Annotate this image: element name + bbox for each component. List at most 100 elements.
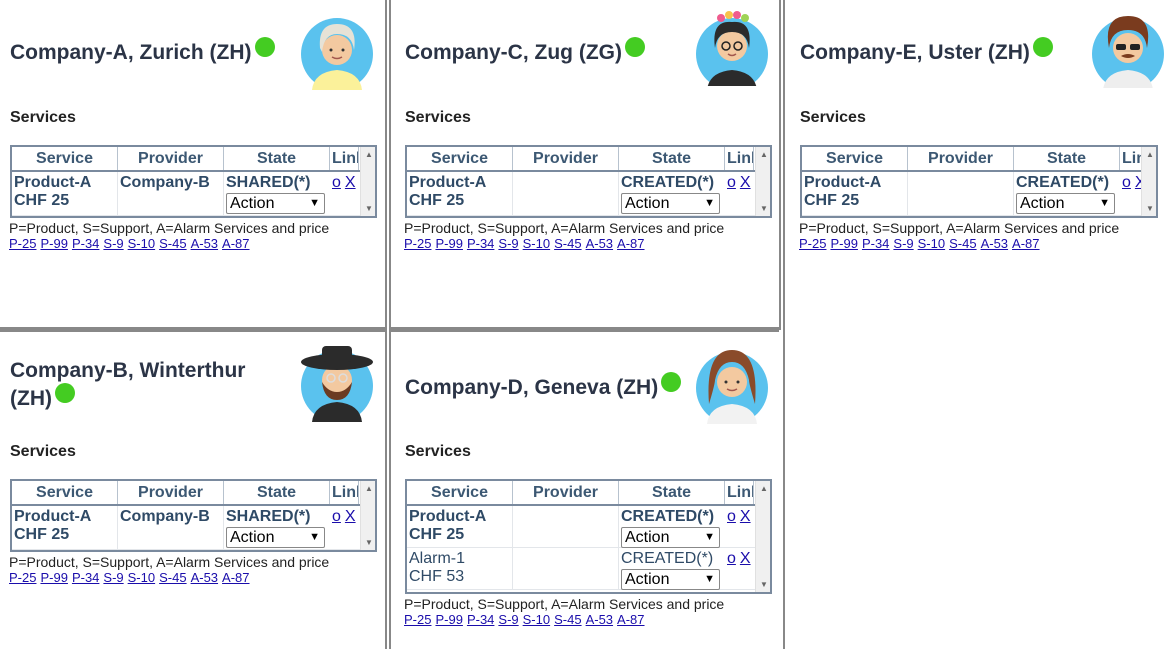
- delete-link[interactable]: X: [345, 508, 356, 525]
- company-card-d: Company-D, Geneva (ZH) Services Service …: [395, 332, 779, 649]
- code-link[interactable]: S-45: [949, 236, 976, 251]
- scrollbar[interactable]: ▲ ▼: [360, 481, 375, 550]
- action-select[interactable]: Action ▼: [1016, 193, 1115, 214]
- status-online-dot: [624, 37, 645, 57]
- code-link[interactable]: P-25: [404, 236, 431, 251]
- scrollbar[interactable]: ▲ ▼: [1141, 147, 1156, 216]
- code-links: P-25 P-99 P-34 S-9 S-10 S-45 A-53 A-87: [9, 236, 254, 251]
- header-link[interactable]: Link: [330, 481, 359, 504]
- code-link[interactable]: P-34: [72, 236, 99, 251]
- code-link[interactable]: S-9: [498, 612, 518, 627]
- code-link[interactable]: P-99: [435, 612, 462, 627]
- code-link[interactable]: P-99: [830, 236, 857, 251]
- code-link[interactable]: A-53: [586, 612, 613, 627]
- action-select[interactable]: Action ▼: [226, 193, 325, 214]
- header-link[interactable]: Link: [725, 481, 754, 504]
- code-link[interactable]: P-25: [799, 236, 826, 251]
- code-link[interactable]: S-10: [918, 236, 945, 251]
- delete-link[interactable]: X: [345, 174, 356, 191]
- state-cell: SHARED(*) Action ▼: [224, 506, 330, 549]
- action-select[interactable]: Action ▼: [621, 527, 720, 548]
- company-card-e: Company-E, Uster (ZH) Services Service P…: [790, 0, 1171, 330]
- code-link[interactable]: A-53: [191, 236, 218, 251]
- open-link[interactable]: o: [727, 508, 736, 525]
- open-link[interactable]: o: [727, 550, 736, 567]
- code-links: P-25 P-99 P-34 S-9 S-10 S-45 A-53 A-87: [404, 612, 649, 627]
- table-row: Product-A CHF 25 Company-B SHARED(*) Acti…: [12, 172, 375, 216]
- header-provider[interactable]: Provider: [513, 481, 619, 504]
- delete-link[interactable]: X: [740, 508, 751, 525]
- code-link[interactable]: P-25: [9, 236, 36, 251]
- company-card-c: Company-C, Zug (ZG) Services Service Pro…: [395, 0, 779, 327]
- code-link[interactable]: A-87: [222, 570, 249, 585]
- open-link[interactable]: o: [332, 508, 341, 525]
- action-select[interactable]: Action ▼: [226, 527, 325, 548]
- provider-cell: [513, 548, 619, 589]
- code-link[interactable]: S-45: [159, 236, 186, 251]
- scrollbar[interactable]: ▲ ▼: [755, 147, 770, 216]
- code-link[interactable]: P-99: [40, 570, 67, 585]
- code-link[interactable]: S-45: [159, 570, 186, 585]
- open-link[interactable]: o: [1122, 174, 1131, 191]
- header-service[interactable]: Service: [407, 481, 513, 504]
- code-link[interactable]: A-53: [981, 236, 1008, 251]
- code-link[interactable]: S-10: [128, 570, 155, 585]
- header-state[interactable]: State: [224, 147, 330, 170]
- code-link[interactable]: P-34: [72, 570, 99, 585]
- code-link[interactable]: P-25: [404, 612, 431, 627]
- status-online-dot: [661, 372, 682, 392]
- header-provider[interactable]: Provider: [908, 147, 1014, 170]
- code-link[interactable]: S-10: [128, 236, 155, 251]
- delete-link[interactable]: X: [740, 550, 751, 567]
- header-service[interactable]: Service: [407, 147, 513, 170]
- header-provider[interactable]: Provider: [118, 147, 224, 170]
- action-select[interactable]: Action ▼: [621, 193, 720, 214]
- state-cell: CREATED(*) Action ▼: [619, 172, 725, 215]
- header-state[interactable]: State: [224, 481, 330, 504]
- scrollbar[interactable]: ▲ ▼: [360, 147, 375, 216]
- state-cell: CREATED(*) Action ▼: [1014, 172, 1120, 215]
- code-link[interactable]: S-9: [103, 236, 123, 251]
- code-link[interactable]: P-34: [467, 612, 494, 627]
- scrollbar[interactable]: ▲ ▼: [755, 481, 770, 592]
- code-link[interactable]: S-10: [523, 236, 550, 251]
- code-link[interactable]: A-53: [191, 570, 218, 585]
- code-link[interactable]: A-53: [586, 236, 613, 251]
- code-link[interactable]: P-25: [9, 570, 36, 585]
- code-link[interactable]: P-99: [40, 236, 67, 251]
- code-link[interactable]: S-9: [893, 236, 913, 251]
- header-state[interactable]: State: [619, 481, 725, 504]
- code-link[interactable]: S-10: [523, 612, 550, 627]
- header-state[interactable]: State: [1014, 147, 1120, 170]
- code-link[interactable]: S-9: [498, 236, 518, 251]
- code-link[interactable]: A-87: [617, 612, 644, 627]
- header-service[interactable]: Service: [12, 147, 118, 170]
- code-link[interactable]: A-87: [222, 236, 249, 251]
- code-link[interactable]: S-45: [554, 236, 581, 251]
- code-link[interactable]: A-87: [1012, 236, 1039, 251]
- code-link[interactable]: P-34: [467, 236, 494, 251]
- provider-cell: Company-B: [118, 506, 224, 549]
- header-link[interactable]: Link: [725, 147, 754, 170]
- service-cell: Product-A CHF 25: [12, 172, 118, 215]
- open-link[interactable]: o: [727, 174, 736, 191]
- code-link[interactable]: P-34: [862, 236, 889, 251]
- header-service[interactable]: Service: [12, 481, 118, 504]
- table-row: Product-ACHF 25 CREATED(*) Action▼ oX: [802, 172, 1156, 216]
- header-provider[interactable]: Provider: [513, 147, 619, 170]
- action-select[interactable]: Action ▼: [621, 569, 720, 590]
- code-link[interactable]: A-87: [617, 236, 644, 251]
- header-provider[interactable]: Provider: [118, 481, 224, 504]
- header-service[interactable]: Service: [802, 147, 908, 170]
- header-state[interactable]: State: [619, 147, 725, 170]
- code-link[interactable]: S-45: [554, 612, 581, 627]
- code-link[interactable]: S-9: [103, 570, 123, 585]
- delete-link[interactable]: X: [740, 174, 751, 191]
- open-link[interactable]: o: [332, 174, 341, 191]
- header-link[interactable]: Link: [330, 147, 359, 170]
- status-online-dot: [254, 37, 275, 57]
- service-cell: Alarm-1 CHF 53: [407, 548, 513, 589]
- company-title: Company-B, Winterthur (ZH): [10, 359, 246, 410]
- service-cell: Product-A CHF 25: [407, 172, 513, 215]
- code-link[interactable]: P-99: [435, 236, 462, 251]
